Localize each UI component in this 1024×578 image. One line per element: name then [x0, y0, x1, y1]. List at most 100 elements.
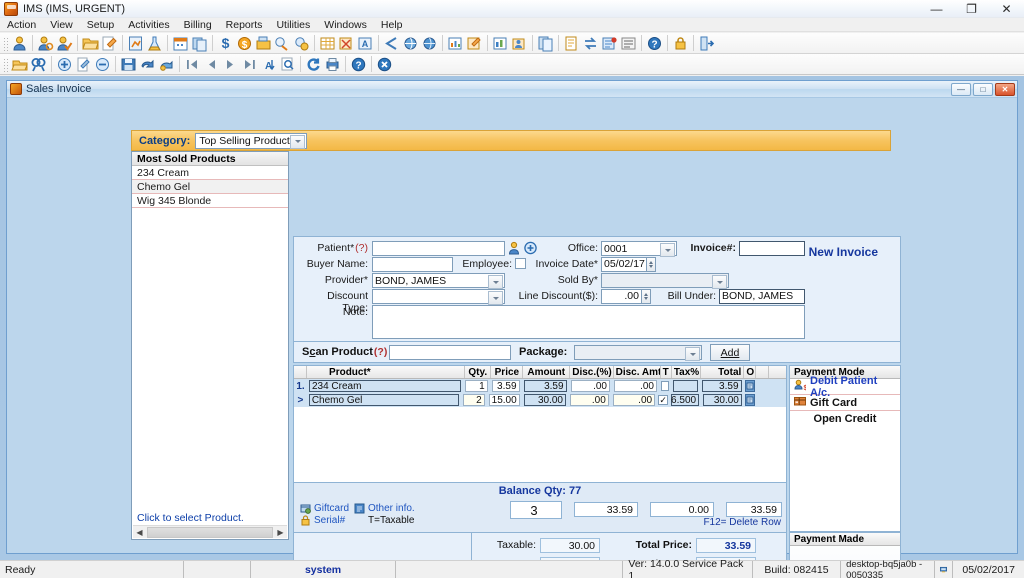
bill-under-input[interactable]: BOND, JAMES — [719, 289, 805, 304]
maximize-button[interactable]: ❐ — [954, 0, 989, 18]
giftcard-link[interactable]: Giftcard — [314, 503, 349, 514]
report-edit-icon[interactable] — [466, 35, 483, 52]
list-icon[interactable] — [620, 35, 637, 52]
patient-search-icon[interactable] — [37, 35, 54, 52]
patient-check-icon[interactable] — [56, 35, 73, 52]
grid-col-extra2[interactable] — [769, 366, 786, 378]
grid-col-tax-pct[interactable]: Tax% — [672, 366, 701, 378]
table-row[interactable]: > Chemo Gel 2 15.00 30.00 .00 .00 6.500 … — [294, 393, 786, 407]
toolbar-grip[interactable] — [2, 35, 8, 51]
claim-icon[interactable] — [293, 35, 310, 52]
lab-flask-icon[interactable] — [146, 35, 163, 52]
scroll-left-icon[interactable]: ◀ — [133, 526, 146, 539]
grid-col-product[interactable]: Product* — [307, 366, 466, 378]
patient-icon[interactable] — [11, 35, 28, 52]
grid-col-amount[interactable]: Amount — [523, 366, 571, 378]
row-total-input[interactable]: 3.59 — [702, 380, 742, 392]
row-qty-input[interactable]: 2 — [462, 394, 485, 406]
payment-mode-item-debit[interactable]: $ Debit Patient A/c. — [790, 375, 900, 399]
minimize-button[interactable]: — — [919, 0, 954, 18]
child-close-button[interactable]: ✕ — [995, 83, 1015, 96]
export-icon[interactable] — [511, 35, 528, 52]
office-select[interactable]: 0001 — [601, 241, 677, 257]
menu-activities[interactable]: Activities — [121, 18, 176, 32]
row-total-input[interactable]: 30.00 — [703, 394, 742, 406]
lock-icon[interactable] — [672, 35, 689, 52]
row-disc-amt-input[interactable]: .00 — [613, 380, 657, 392]
task-icon[interactable] — [601, 35, 618, 52]
serial-link[interactable]: Serial# — [314, 515, 345, 526]
menu-windows[interactable]: Windows — [317, 18, 374, 32]
menu-view[interactable]: View — [43, 18, 80, 32]
patient-help-icon[interactable]: (?) — [355, 242, 368, 254]
letter-icon[interactable]: A — [357, 35, 374, 52]
delete-icon[interactable] — [94, 56, 111, 73]
print-icon[interactable] — [324, 56, 341, 73]
chevron-down-icon[interactable] — [712, 275, 727, 289]
chevron-down-icon[interactable] — [685, 347, 700, 361]
exchange-icon[interactable] — [582, 35, 599, 52]
preview-icon[interactable] — [279, 56, 296, 73]
patient-input[interactable] — [372, 241, 505, 256]
bar-chart-icon[interactable] — [492, 35, 509, 52]
save-icon[interactable] — [120, 56, 137, 73]
toolbar-grip[interactable] — [2, 56, 8, 72]
row-taxable-checkbox[interactable] — [660, 381, 669, 391]
row-memo-icon[interactable] — [745, 380, 756, 392]
product-list-item-2[interactable]: Wig 345 Blonde — [132, 194, 288, 208]
documents-icon[interactable] — [537, 35, 554, 52]
first-icon[interactable] — [184, 56, 201, 73]
product-list-item-0[interactable]: 234 Cream — [132, 166, 288, 180]
invoice-number-input[interactable] — [739, 241, 805, 256]
next-icon[interactable] — [222, 56, 239, 73]
billing-icon[interactable] — [274, 35, 291, 52]
chevron-down-icon[interactable] — [290, 134, 306, 149]
row-price-input[interactable]: 3.59 — [491, 380, 520, 392]
open-folder-icon[interactable] — [82, 35, 99, 52]
chevron-down-icon[interactable] — [488, 275, 503, 289]
row-memo-icon[interactable] — [745, 394, 756, 406]
row-product-input[interactable]: Chemo Gel — [308, 394, 459, 406]
grid-col-disc-amt[interactable]: Disc. Amt. — [614, 366, 661, 378]
globe2-icon[interactable] — [421, 35, 438, 52]
grid-col-total[interactable]: Total — [701, 366, 745, 378]
row-tax-pct-input[interactable]: 6.500 — [671, 394, 700, 406]
row-disc-amt-input[interactable]: .00 — [612, 394, 656, 406]
grid-col-qty[interactable]: Qty. — [465, 366, 492, 378]
provider-select[interactable]: BOND, JAMES — [372, 273, 505, 289]
category-select[interactable]: Top Selling Products — [195, 132, 308, 149]
last-icon[interactable] — [241, 56, 258, 73]
refresh-blue-icon[interactable] — [158, 56, 175, 73]
other-info-link[interactable]: Other info. — [368, 503, 415, 514]
help-icon[interactable]: ? — [646, 35, 663, 52]
menu-setup[interactable]: Setup — [80, 18, 121, 32]
row-amount-input[interactable]: 3.59 — [523, 380, 567, 392]
help-round-icon[interactable]: ? — [350, 56, 367, 73]
grid-col-select[interactable] — [294, 366, 308, 378]
scroll-thumb[interactable] — [147, 526, 273, 538]
product-list-hscrollbar[interactable]: ◀ ▶ — [133, 525, 287, 538]
payment-mode-item-opencredit[interactable]: Open Credit — [790, 411, 900, 427]
employee-checkbox[interactable] — [515, 258, 526, 269]
undo-icon[interactable] — [139, 56, 156, 73]
child-maximize-button[interactable]: □ — [973, 83, 993, 96]
scroll-right-icon[interactable]: ▶ — [274, 526, 287, 539]
invoice-date-stepper[interactable] — [647, 257, 656, 272]
globe-icon[interactable] — [402, 35, 419, 52]
scissors-icon[interactable] — [338, 35, 355, 52]
row-qty-input[interactable]: 1 — [465, 380, 488, 392]
patient-add-icon[interactable] — [524, 241, 537, 258]
buyer-name-input[interactable] — [372, 257, 453, 272]
discount-type-select[interactable] — [372, 289, 505, 305]
close-round-icon[interactable] — [376, 56, 393, 73]
other-info-icon[interactable] — [354, 503, 365, 517]
scan-help-icon[interactable]: (?) — [374, 346, 387, 358]
report-chart-icon[interactable] — [447, 35, 464, 52]
grid-col-o[interactable]: O — [744, 366, 757, 378]
refresh-icon[interactable] — [305, 56, 322, 73]
row-taxable-checkbox[interactable] — [658, 395, 668, 405]
calendar-icon[interactable] — [172, 35, 189, 52]
grid-col-price[interactable]: Price — [491, 366, 524, 378]
patient-lookup-icon[interactable] — [508, 241, 521, 258]
sort-icon[interactable]: A — [260, 56, 277, 73]
